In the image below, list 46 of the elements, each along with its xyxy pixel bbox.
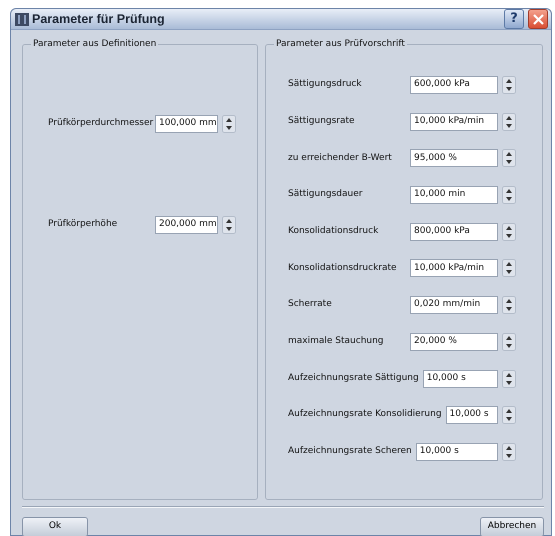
field-label: Sättigungsdauer (288, 188, 364, 202)
spinner-arrows[interactable] (502, 76, 516, 94)
cancel-button[interactable]: Abbrechen (480, 517, 544, 536)
number-field[interactable]: 200,000 mm (155, 216, 218, 234)
number-field[interactable]: 10,000 s (416, 442, 498, 461)
field-label: Prüfkörperhöhe (48, 218, 118, 232)
field-label: Prüfkörperdurchmesser (48, 117, 151, 130)
number-field[interactable]: 10,000 kPa/min (410, 112, 498, 131)
spinner-arrows[interactable] (502, 259, 516, 278)
number-field[interactable]: 95,000 % (410, 149, 498, 168)
close-icon (532, 14, 544, 24)
spinner-arrows[interactable] (502, 149, 516, 168)
field-label: Scherrate (288, 298, 333, 312)
number-field[interactable]: 20,000 % (410, 332, 498, 351)
spinner-arrows[interactable] (502, 370, 516, 388)
spinner-arrows[interactable] (502, 442, 516, 461)
field-label: Sättigungsrate (288, 114, 356, 128)
field-label: maximale Stauchung (288, 335, 385, 348)
help-button[interactable]: ? (504, 9, 524, 29)
close-button[interactable] (528, 9, 548, 29)
spinner-arrows[interactable] (502, 406, 516, 424)
field-label: Aufzeichnungsrate Konsolidierung (288, 408, 442, 422)
number-field[interactable]: 600,000 kPa (410, 76, 498, 94)
number-field[interactable]: 10,000 min (410, 186, 498, 204)
number-field[interactable]: 10,000 s (446, 406, 498, 424)
window-icon (15, 12, 29, 26)
field-label: Sättigungsdruck (288, 78, 363, 92)
ok-button[interactable]: Ok (22, 517, 88, 536)
field-label: zu erreichender B-Wert (288, 152, 393, 165)
number-field[interactable]: 100,000 mm (155, 115, 218, 133)
spinner-arrows[interactable] (502, 296, 516, 314)
spinner-arrows[interactable] (222, 115, 236, 133)
number-field[interactable]: 0,020 mm/min (410, 296, 498, 314)
spinner-arrows[interactable] (502, 332, 516, 351)
number-field[interactable]: 800,000 kPa (410, 222, 498, 241)
spinner-arrows[interactable] (502, 186, 516, 204)
spinner-arrows[interactable] (222, 216, 236, 234)
field-label: Aufzeichnungsrate Scheren (288, 445, 412, 458)
number-field[interactable]: 10,000 kPa/min (410, 259, 498, 278)
field-label: Konsolidationsdruck (288, 225, 380, 238)
field-label: Konsolidationsdruckrate (288, 262, 398, 275)
spinner-arrows[interactable] (502, 222, 516, 241)
field-label: Aufzeichnungsrate Sättigung (288, 372, 419, 385)
window-title: Parameter für Prüfung (32, 10, 166, 28)
number-field[interactable]: 10,000 s (422, 370, 498, 388)
spinner-arrows[interactable] (502, 112, 516, 131)
